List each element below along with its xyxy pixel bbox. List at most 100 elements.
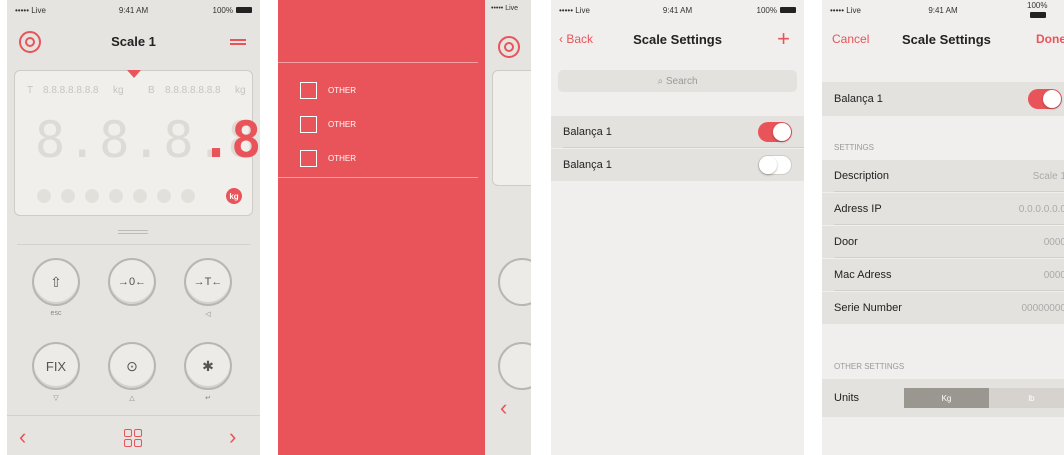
function-key-label: ↵ bbox=[205, 395, 211, 402]
page-title: Scale Settings bbox=[633, 32, 722, 47]
active-digit: .8 bbox=[201, 111, 260, 169]
menu-item-label: OTHER bbox=[328, 85, 356, 95]
hamburger-menu-icon[interactable] bbox=[230, 37, 246, 47]
b-label: B bbox=[148, 85, 155, 96]
divider bbox=[17, 244, 250, 245]
fix-key-label: ▽ bbox=[53, 395, 59, 402]
tare-value: 8.8.8.8.8.8.8 bbox=[43, 85, 99, 96]
side-menu-screen: OTHER OTHER OTHER ••••• Live ‹ bbox=[278, 0, 531, 455]
search-icon: ⌕ bbox=[657, 75, 666, 87]
peeking-main-screen[interactable]: ••••• Live ‹ bbox=[485, 0, 531, 455]
carrier-label: ••••• Live bbox=[491, 5, 519, 12]
settings-row[interactable]: Door 0000 bbox=[822, 226, 1064, 258]
scale-row[interactable]: Balança 1 bbox=[551, 116, 804, 148]
print-key-label: △ bbox=[129, 395, 135, 402]
setting-label: Mac Adress bbox=[834, 269, 892, 281]
checkbox[interactable] bbox=[300, 81, 317, 99]
setting-value: 0.0.0.0.0.0 bbox=[1018, 203, 1064, 215]
search-input[interactable]: ⌕ Search bbox=[558, 70, 797, 92]
menu-item[interactable]: OTHER bbox=[278, 107, 478, 141]
scale-name: Balança 1 bbox=[563, 159, 612, 171]
print-key[interactable]: ⊙ bbox=[108, 342, 156, 390]
zero-key[interactable]: →0← bbox=[108, 258, 156, 306]
settings-row[interactable]: Description Scale 1 bbox=[822, 160, 1064, 192]
scale-logo-icon[interactable] bbox=[19, 31, 41, 53]
tare-key-label: ◁ bbox=[205, 311, 211, 318]
settings-section-header: SETTINGS bbox=[834, 143, 875, 152]
menu-item-label: OTHER bbox=[328, 153, 356, 163]
b-value: 8.8.8.8.8.8.8 bbox=[165, 85, 221, 96]
tare-key[interactable]: →T← bbox=[184, 258, 232, 306]
esc-key[interactable]: ⇧ bbox=[32, 258, 80, 306]
side-menu-list: OTHER OTHER OTHER bbox=[278, 62, 478, 178]
tare-label: T bbox=[27, 85, 34, 96]
battery-indicator: 100% bbox=[1027, 1, 1064, 19]
scale-enable-row[interactable]: Balança 1 bbox=[822, 82, 1064, 116]
units-row: Units Kg lb bbox=[822, 379, 1064, 417]
checkbox[interactable] bbox=[300, 115, 317, 133]
chevron-left-icon: ‹ bbox=[500, 395, 508, 420]
settings-row[interactable]: Mac Adress 0000 bbox=[822, 259, 1064, 291]
key bbox=[498, 342, 531, 390]
time-label: 9:41 AM bbox=[662, 5, 693, 15]
esc-key-label: esc bbox=[50, 310, 62, 317]
weight-display bbox=[492, 70, 531, 186]
nav-bar: Cancel Scale Settings Done bbox=[822, 20, 1064, 62]
status-bar: ••••• Live 9:41 AM 100% bbox=[822, 0, 1064, 20]
indicator-dots bbox=[37, 189, 195, 203]
scale-name: Balança 1 bbox=[563, 126, 612, 138]
weight-display: T 8.8.8.8.8.8.8 kg B 8.8.8.8.8.8.8 kg 8.… bbox=[14, 70, 260, 216]
scale-row[interactable]: Balança 1 bbox=[551, 149, 804, 181]
units-option-kg[interactable]: Kg bbox=[904, 388, 989, 408]
setting-value: 0000 bbox=[1043, 236, 1064, 248]
grid-icon[interactable] bbox=[124, 429, 142, 447]
units-label: Units bbox=[834, 392, 860, 404]
page-title: Scale 1 bbox=[111, 33, 156, 49]
checkbox[interactable] bbox=[300, 149, 317, 167]
time-label: 9:41 AM bbox=[118, 5, 149, 15]
scale-toggle[interactable] bbox=[1028, 89, 1062, 109]
tare-unit: kg bbox=[113, 85, 124, 96]
bottom-bar: ‹ › bbox=[7, 415, 260, 455]
other-settings-section-header: OTHER SETTINGS bbox=[834, 362, 905, 371]
scale-screen: ••••• Live 9:41 AM 100% Scale 1 T 8.8.8.… bbox=[7, 0, 260, 455]
unit-badge: kg bbox=[226, 188, 242, 204]
add-scale-button[interactable]: + bbox=[777, 26, 790, 52]
scale-toggle[interactable] bbox=[758, 155, 792, 175]
cancel-button[interactable]: Cancel bbox=[832, 32, 869, 46]
nav-bar: Scale 1 bbox=[7, 20, 260, 62]
setting-label: Description bbox=[834, 170, 890, 182]
setting-label: Serie Number bbox=[834, 302, 902, 314]
chevron-left-icon[interactable]: ‹ bbox=[19, 424, 26, 450]
setting-value: 00000000 bbox=[1021, 302, 1064, 314]
function-key[interactable]: ✱ bbox=[184, 342, 232, 390]
battery-icon bbox=[1030, 11, 1046, 18]
status-bar: ••••• Live 9:41 AM 100% bbox=[7, 0, 260, 20]
units-segmented-control[interactable]: Kg lb bbox=[904, 388, 1064, 408]
page-title: Scale Settings bbox=[902, 32, 991, 47]
setting-label: Door bbox=[834, 236, 858, 248]
status-bar: ••••• Live 9:41 AM 100% bbox=[551, 0, 804, 20]
fix-key[interactable]: FIX bbox=[32, 342, 80, 390]
nav-bar: ‹ Back Scale Settings + bbox=[551, 20, 804, 62]
b-unit: kg bbox=[235, 85, 246, 96]
pointer-indicator-icon bbox=[127, 70, 141, 78]
settings-row[interactable]: Adress IP 0.0.0.0.0.0 bbox=[822, 193, 1064, 225]
setting-label: Adress IP bbox=[834, 203, 882, 215]
scale-name: Balança 1 bbox=[834, 93, 883, 105]
setting-value: Scale 1 bbox=[1032, 170, 1064, 182]
scale-list-screen: ••••• Live 9:41 AM 100% ‹ Back Scale Set… bbox=[551, 0, 804, 455]
scale-detail-screen: ••••• Live 9:41 AM 100% Cancel Scale Set… bbox=[822, 0, 1064, 455]
chevron-right-icon[interactable]: › bbox=[229, 424, 236, 450]
menu-item[interactable]: OTHER bbox=[278, 141, 478, 175]
done-button[interactable]: Done bbox=[1036, 32, 1064, 46]
settings-row[interactable]: Serie Number 00000000 bbox=[822, 292, 1064, 324]
scale-logo-icon bbox=[498, 36, 520, 58]
drag-handle-icon[interactable] bbox=[118, 228, 148, 236]
key bbox=[498, 258, 531, 306]
setting-value: 0000 bbox=[1043, 269, 1064, 281]
scale-toggle[interactable] bbox=[758, 122, 792, 142]
menu-item-label: OTHER bbox=[328, 119, 356, 129]
menu-item[interactable]: OTHER bbox=[278, 73, 478, 107]
units-option-lb[interactable]: lb bbox=[989, 388, 1064, 408]
